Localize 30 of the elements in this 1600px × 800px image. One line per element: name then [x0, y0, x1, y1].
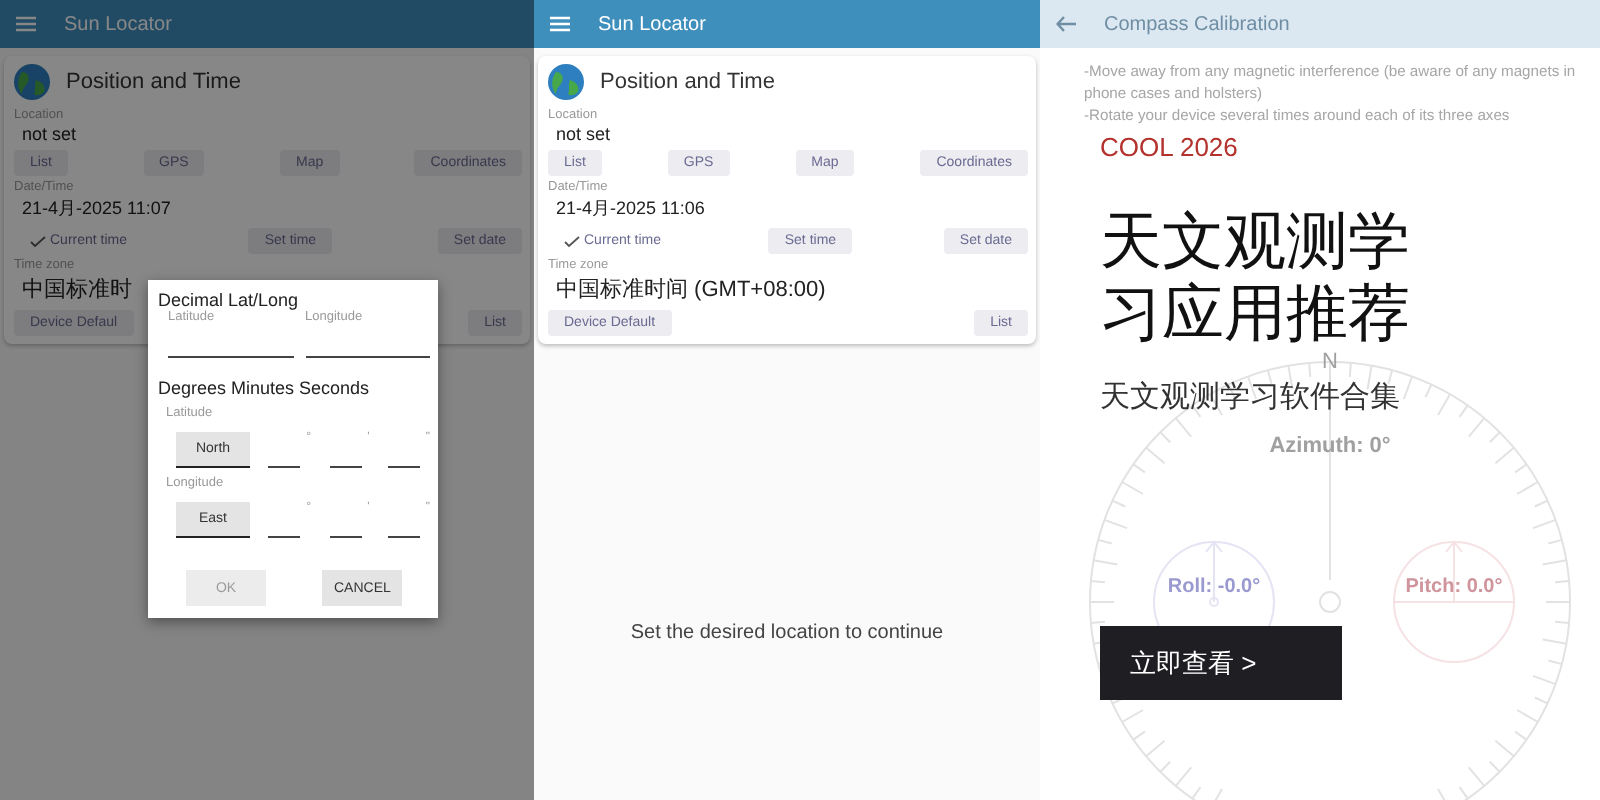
- promo-headline: 习应用推荐: [1100, 278, 1410, 350]
- card-title: Position and Time: [66, 70, 241, 94]
- view-now-button[interactable]: 立即查看 >: [1100, 626, 1342, 700]
- menu-icon[interactable]: [16, 16, 36, 32]
- north-label: N: [1322, 350, 1338, 374]
- app-title: Sun Locator: [598, 13, 706, 35]
- globe-icon: [14, 64, 50, 100]
- globe-icon: [548, 64, 584, 100]
- dialog-heading: Decimal Lat/Long: [158, 290, 301, 310]
- promo-tag: COOL 2026: [1100, 132, 1238, 162]
- promo-headline: 天文观测学: [1100, 206, 1410, 278]
- section-value: not set: [556, 124, 611, 144]
- pitch-reading: Pitch: 0.0°: [1405, 576, 1503, 598]
- dialog-heading: Degrees Minutes Seconds: [158, 378, 372, 398]
- section-value: not set: [22, 124, 77, 144]
- section-value: 21-4月-2025 11:06: [556, 196, 705, 222]
- check-icon: [30, 235, 46, 247]
- app-title: Compass Calibration: [1104, 13, 1290, 35]
- menu-icon[interactable]: [550, 16, 570, 32]
- azimuth-reading: Azimuth: 0°: [1269, 434, 1391, 458]
- app-title: Sun Locator: [64, 13, 172, 35]
- section-value: 21-4月-2025 11:07: [22, 196, 171, 222]
- back-arrow-icon[interactable]: [1056, 16, 1076, 32]
- roll-reading: Roll: -0.0°: [1167, 576, 1261, 598]
- section-value: 中国标准时间 (GMT+08:00): [556, 276, 826, 304]
- card-title: Position and Time: [600, 70, 775, 94]
- check-icon: [564, 235, 580, 247]
- promo-subtitle: 天文观测学习软件合集: [1100, 378, 1400, 416]
- section-value: 中国标准时: [22, 276, 132, 304]
- status-message: Set the desired location to continue: [628, 622, 946, 644]
